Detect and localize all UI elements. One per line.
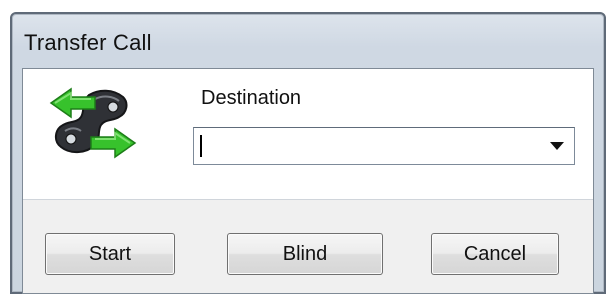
text-cursor (200, 135, 202, 157)
window-title: Transfer Call (24, 30, 152, 55)
title-bar[interactable]: Transfer Call (12, 14, 604, 64)
start-button[interactable]: Start (45, 233, 175, 275)
chevron-down-icon[interactable] (550, 142, 564, 150)
destination-panel: Destination (23, 69, 593, 200)
dialog-body: Destination Start Blind Cancel (22, 68, 594, 294)
destination-label: Destination (201, 87, 302, 109)
blind-button[interactable]: Blind (227, 233, 383, 275)
transfer-call-dialog: Transfer Call Destination Start Blind Ca… (10, 12, 606, 294)
cancel-button[interactable]: Cancel (431, 233, 559, 275)
destination-input[interactable] (194, 128, 534, 164)
phone-transfer-icon (49, 87, 137, 159)
button-panel: Start Blind Cancel (23, 200, 593, 293)
destination-combobox[interactable] (193, 127, 575, 165)
